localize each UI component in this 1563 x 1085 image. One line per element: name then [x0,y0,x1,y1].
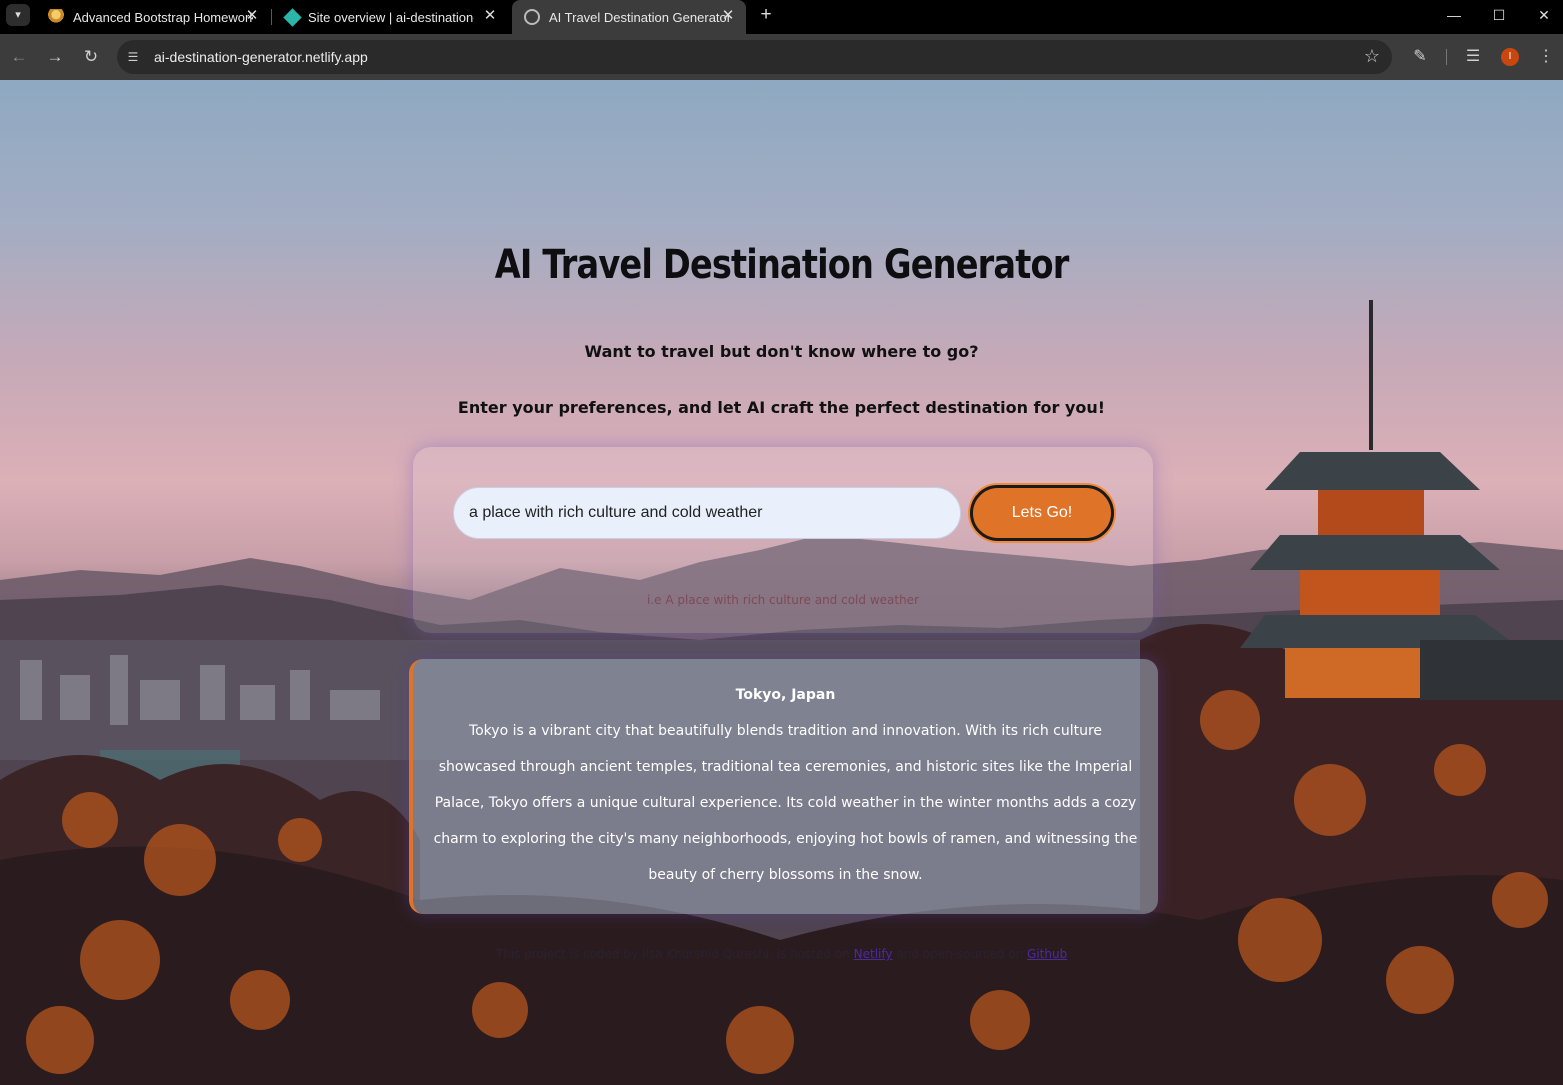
browser-tab-strip: ▾ Advanced Bootstrap Homework ✕ Site ove… [0,0,1563,34]
url-text[interactable]: ai-destination-generator.netlify.app [154,49,368,65]
footer-middle-text: and open-sourced on [892,947,1028,961]
close-tab-icon[interactable]: ✕ [244,8,260,24]
footer-prefix-text: This project is coded by Ilsa Khurshid Q… [495,947,854,961]
destination-form-card: Lets Go! i.e A place with rich culture a… [413,447,1153,633]
browser-menu-kebab-icon[interactable]: ⋮ [1535,46,1557,68]
back-arrow-icon[interactable]: ← [8,46,30,68]
tab-label: Advanced Bootstrap Homework [73,9,253,25]
close-tab-icon[interactable]: ✕ [720,8,736,24]
tab-label: Site overview | ai-destination-g [308,9,474,25]
reload-icon[interactable]: ↻ [80,46,102,68]
tab-site-overview[interactable]: Site overview | ai-destination-g ✕ [272,0,508,34]
new-tab-plus-icon[interactable]: + [755,4,777,26]
page-subtitle-instructions: Enter your preferences, and let AI craft… [457,398,1106,417]
result-destination-title: Tokyo, Japan [735,687,836,703]
browser-toolbar: ← → ↻ ☰ ai-destination-generator.netlify… [0,34,1563,80]
page-subtitle-question: Want to travel but don't know where to g… [584,342,979,361]
forward-arrow-icon[interactable]: → [44,46,66,68]
netlify-favicon-icon [283,7,302,27]
maximize-window-icon[interactable]: ☐ [1476,0,1522,30]
close-tab-icon[interactable]: ✕ [482,8,498,24]
minimize-window-icon[interactable]: — [1431,0,1477,30]
bookmark-star-icon[interactable]: ☆ [1364,46,1380,67]
globe-favicon-icon [524,9,540,25]
lets-go-button[interactable]: Lets Go! [970,485,1114,541]
netlify-link[interactable]: Netlify [854,947,893,961]
profile-avatar[interactable]: I [1501,48,1519,66]
homework-favicon-icon [48,9,64,25]
tab-advanced-bootstrap-homework[interactable]: Advanced Bootstrap Homework ✕ [36,0,270,34]
page-viewport: AI Travel Destination Generator Want to … [0,80,1563,1085]
address-bar[interactable]: ☰ ai-destination-generator.netlify.app ☆ [117,40,1392,74]
close-window-icon[interactable]: ✕ [1521,0,1563,30]
tab-search-chevron-icon[interactable]: ▾ [6,4,30,26]
page-footer: This project is coded by Ilsa Khurshid Q… [0,947,1563,961]
result-description: Tokyo is a vibrant city that beautifully… [433,723,1138,883]
input-hint: i.e A place with rich culture and cold w… [646,593,919,607]
github-link[interactable]: Github [1027,947,1067,961]
site-info-icon[interactable]: ☰ [125,49,141,65]
destination-result-card: Tokyo, Japan Tokyo is a vibrant city tha… [409,659,1158,914]
tab-label: AI Travel Destination Generator [549,9,729,25]
preferences-input[interactable] [453,487,961,539]
tab-ai-travel-destination-generator[interactable]: AI Travel Destination Generator ✕ [512,0,746,34]
extensions-puzzle-icon[interactable]: ✎ [1409,46,1431,68]
toolbar-divider [1446,49,1447,65]
media-queue-icon[interactable]: ☰ [1462,46,1484,68]
page-title: AI Travel Destination Generator [494,242,1070,288]
